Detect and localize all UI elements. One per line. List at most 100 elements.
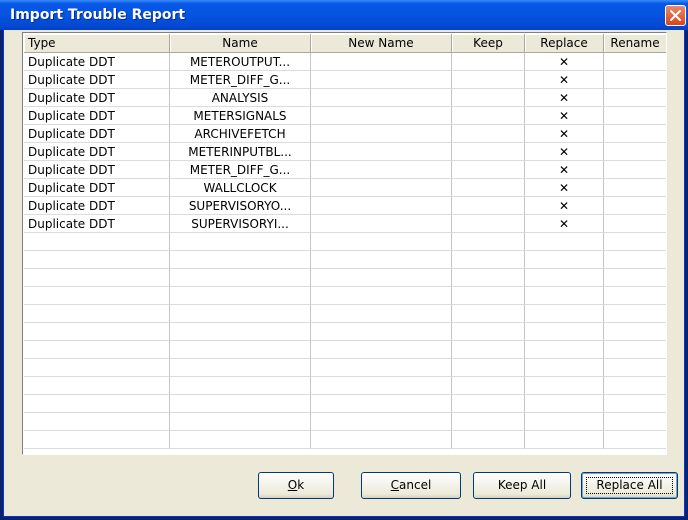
rename-cell[interactable] — [604, 71, 666, 89]
empty-row[interactable] — [24, 359, 666, 377]
rename-cell[interactable] — [604, 161, 666, 179]
new-name-cell[interactable] — [311, 251, 452, 269]
replace-cell[interactable]: ✕ — [525, 215, 604, 233]
name-cell[interactable] — [170, 413, 311, 431]
rename-cell[interactable] — [604, 287, 666, 305]
column-header-rename[interactable]: Rename — [604, 34, 666, 53]
title-bar[interactable]: Import Trouble Report — [0, 0, 688, 30]
name-cell[interactable]: METEROUTPUT... — [170, 53, 311, 71]
keep-cell[interactable] — [452, 431, 525, 449]
new-name-cell[interactable] — [311, 305, 452, 323]
name-cell[interactable] — [170, 323, 311, 341]
name-cell[interactable]: ANALYSIS — [170, 89, 311, 107]
keep-cell[interactable] — [452, 215, 525, 233]
keep-cell[interactable] — [452, 71, 525, 89]
cancel-button[interactable]: Cancel — [361, 472, 461, 499]
rename-cell[interactable] — [604, 251, 666, 269]
empty-row[interactable] — [24, 287, 666, 305]
keep-all-button[interactable]: Keep All — [473, 472, 571, 499]
new-name-cell[interactable] — [311, 269, 452, 287]
empty-row[interactable] — [24, 395, 666, 413]
name-cell[interactable]: SUPERVISORYO... — [170, 197, 311, 215]
rename-cell[interactable] — [604, 413, 666, 431]
new-name-cell[interactable] — [311, 323, 452, 341]
replace-cell[interactable]: ✕ — [525, 107, 604, 125]
new-name-cell[interactable] — [311, 341, 452, 359]
new-name-cell[interactable] — [311, 107, 452, 125]
rename-cell[interactable] — [604, 269, 666, 287]
table-row[interactable]: Duplicate DDT METER_DIFF_G... ✕ — [24, 71, 666, 89]
keep-cell[interactable] — [452, 413, 525, 431]
rename-cell[interactable] — [604, 323, 666, 341]
ok-button[interactable]: Ok — [258, 472, 334, 499]
keep-cell[interactable] — [452, 179, 525, 197]
keep-cell[interactable] — [452, 89, 525, 107]
name-cell[interactable]: METER_DIFF_G... — [170, 161, 311, 179]
replace-cell[interactable] — [525, 413, 604, 431]
column-header-keep[interactable]: Keep — [452, 34, 525, 53]
new-name-cell[interactable] — [311, 431, 452, 449]
column-header-replace[interactable]: Replace — [525, 34, 604, 53]
empty-row[interactable] — [24, 431, 666, 449]
empty-row[interactable] — [24, 323, 666, 341]
replace-cell[interactable]: ✕ — [525, 125, 604, 143]
replace-cell[interactable] — [525, 359, 604, 377]
name-cell[interactable]: METER_DIFF_G... — [170, 71, 311, 89]
replace-cell[interactable]: ✕ — [525, 197, 604, 215]
keep-cell[interactable] — [452, 197, 525, 215]
rename-cell[interactable] — [604, 359, 666, 377]
rename-cell[interactable] — [604, 341, 666, 359]
empty-row[interactable] — [24, 305, 666, 323]
new-name-cell[interactable] — [311, 197, 452, 215]
keep-cell[interactable] — [452, 359, 525, 377]
replace-all-button[interactable]: Replace All — [581, 472, 678, 499]
table-row[interactable]: Duplicate DDT METEROUTPUT... ✕ — [24, 53, 666, 71]
keep-cell[interactable] — [452, 251, 525, 269]
replace-cell[interactable] — [525, 323, 604, 341]
keep-cell[interactable] — [452, 323, 525, 341]
rename-cell[interactable] — [604, 107, 666, 125]
rename-cell[interactable] — [604, 143, 666, 161]
trouble-list[interactable]: Type Name New Name Keep Replace Rename D… — [22, 32, 667, 455]
column-header-name[interactable]: Name — [170, 34, 311, 53]
new-name-cell[interactable] — [311, 143, 452, 161]
name-cell[interactable]: METERSIGNALS — [170, 107, 311, 125]
table-row[interactable]: Duplicate DDT ANALYSIS ✕ — [24, 89, 666, 107]
keep-cell[interactable] — [452, 233, 525, 251]
keep-cell[interactable] — [452, 269, 525, 287]
new-name-cell[interactable] — [311, 89, 452, 107]
replace-cell[interactable]: ✕ — [525, 89, 604, 107]
name-cell[interactable]: SUPERVISORYI... — [170, 215, 311, 233]
keep-cell[interactable] — [452, 143, 525, 161]
replace-cell[interactable] — [525, 233, 604, 251]
empty-row[interactable] — [24, 413, 666, 431]
new-name-cell[interactable] — [311, 395, 452, 413]
table-row[interactable]: Duplicate DDT METERINPUTBL... ✕ — [24, 143, 666, 161]
rename-cell[interactable] — [604, 53, 666, 71]
rename-cell[interactable] — [604, 125, 666, 143]
replace-cell[interactable] — [525, 395, 604, 413]
rename-cell[interactable] — [604, 179, 666, 197]
name-cell[interactable] — [170, 269, 311, 287]
name-cell[interactable]: METERINPUTBL... — [170, 143, 311, 161]
replace-cell[interactable] — [525, 377, 604, 395]
name-cell[interactable] — [170, 431, 311, 449]
rename-cell[interactable] — [604, 215, 666, 233]
keep-cell[interactable] — [452, 395, 525, 413]
column-header-new-name[interactable]: New Name — [311, 34, 452, 53]
table-row[interactable]: Duplicate DDT METER_DIFF_G... ✕ — [24, 161, 666, 179]
new-name-cell[interactable] — [311, 287, 452, 305]
replace-cell[interactable] — [525, 305, 604, 323]
new-name-cell[interactable] — [311, 215, 452, 233]
new-name-cell[interactable] — [311, 359, 452, 377]
rename-cell[interactable] — [604, 431, 666, 449]
new-name-cell[interactable] — [311, 125, 452, 143]
keep-cell[interactable] — [452, 377, 525, 395]
rename-cell[interactable] — [604, 395, 666, 413]
keep-cell[interactable] — [452, 107, 525, 125]
rename-cell[interactable] — [604, 197, 666, 215]
replace-cell[interactable] — [525, 287, 604, 305]
table-row[interactable]: Duplicate DDT ARCHIVEFETCH ✕ — [24, 125, 666, 143]
keep-cell[interactable] — [452, 125, 525, 143]
keep-cell[interactable] — [452, 341, 525, 359]
